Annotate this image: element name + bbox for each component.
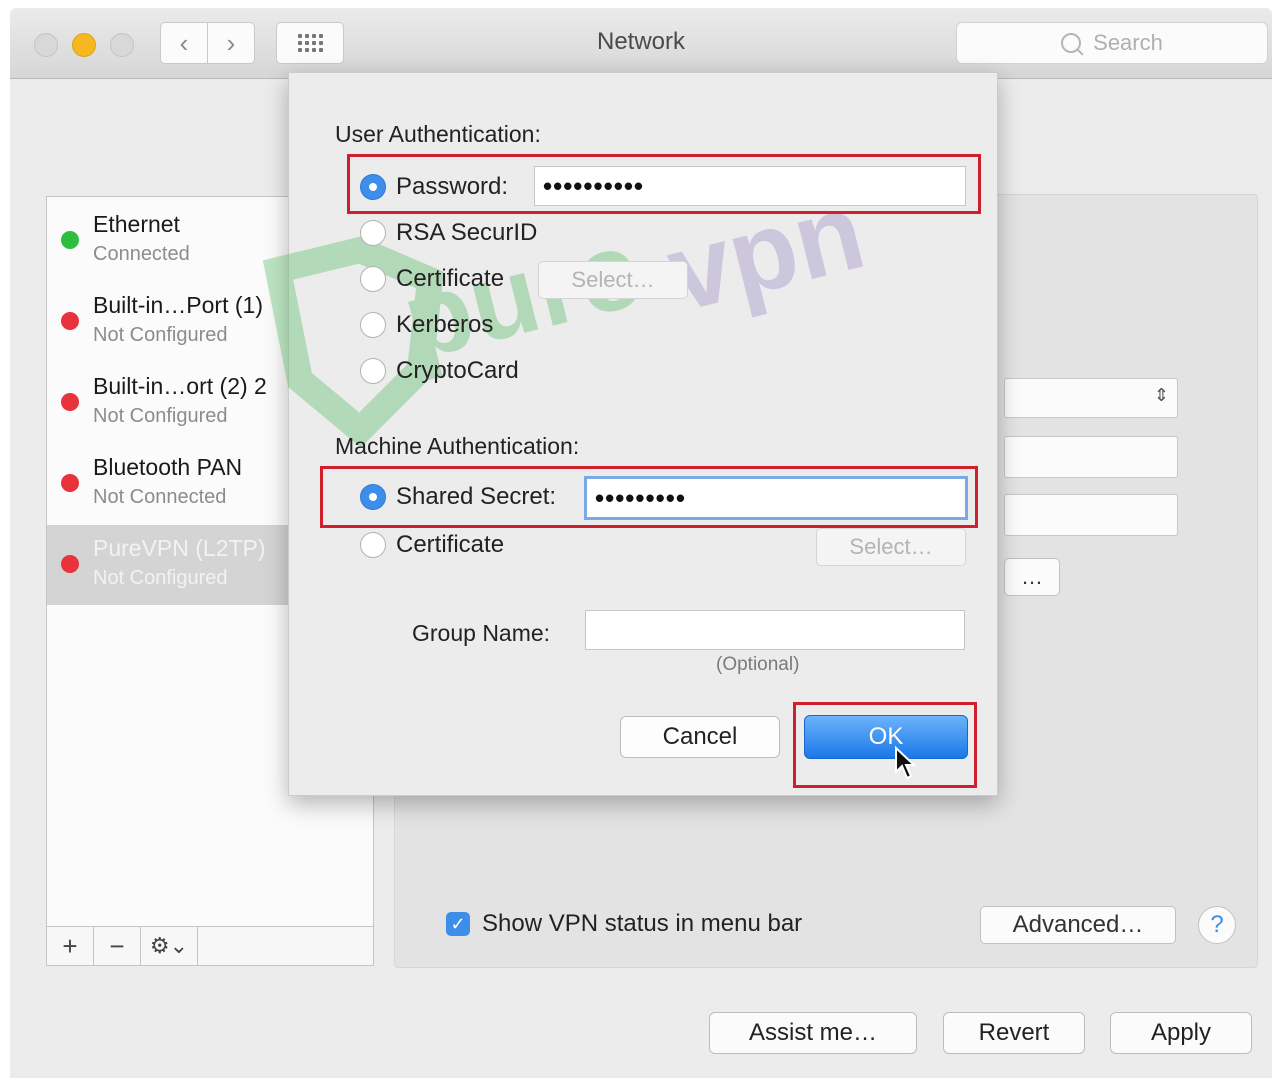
search-input[interactable]: Search — [956, 22, 1268, 64]
password-highlight-box — [347, 154, 981, 214]
add-service-button[interactable]: + — [47, 927, 94, 965]
revert-label: Revert — [978, 1019, 1050, 1046]
cryptocard-label: CryptoCard — [396, 357, 519, 384]
service-list-toolbar: + − ⚙⌄ — [47, 926, 373, 965]
service-name: Built-in…Port (1) — [93, 292, 263, 318]
rsa-securid-radio[interactable] — [360, 220, 386, 246]
plus-icon: + — [62, 930, 78, 961]
status-dot-icon — [61, 555, 79, 573]
rsa-securid-label: RSA SecurID — [396, 219, 538, 246]
authentication-settings-button[interactable]: … — [1004, 558, 1060, 596]
status-dot-icon — [61, 393, 79, 411]
server-address-field[interactable] — [1004, 436, 1178, 478]
certificate-radio[interactable] — [360, 266, 386, 292]
search-placeholder: Search — [1093, 30, 1163, 55]
kerberos-label: Kerberos — [396, 311, 494, 338]
machine-authentication-label: Machine Authentication: — [335, 433, 580, 459]
group-name-hint: (Optional) — [716, 654, 800, 675]
machine-certificate-label: Certificate — [396, 531, 505, 558]
certificate-select-button[interactable]: Select… — [538, 261, 688, 299]
kerberos-radio[interactable] — [360, 312, 386, 338]
service-status: Not Configured — [93, 405, 228, 427]
assist-me-button[interactable]: Assist me… — [709, 1012, 917, 1054]
machine-certificate-select-button[interactable]: Select… — [816, 528, 966, 566]
authentication-settings-label: … — [1021, 564, 1043, 589]
cryptocard-radio[interactable] — [360, 358, 386, 384]
checkmark-icon: ✓ — [450, 913, 466, 934]
user-auth-cryptocard-option[interactable]: CryptoCard — [360, 357, 519, 385]
certificate-label: Certificate — [396, 265, 505, 292]
user-auth-certificate-option[interactable]: Certificate — [360, 265, 504, 293]
show-vpn-status-checkbox[interactable]: ✓ — [446, 912, 470, 936]
service-name: Bluetooth PAN — [93, 454, 243, 480]
status-dot-icon — [61, 231, 79, 249]
revert-button[interactable]: Revert — [943, 1012, 1085, 1054]
user-authentication-label: User Authentication: — [335, 121, 541, 147]
advanced-label: Advanced… — [1012, 911, 1144, 938]
question-icon: ? — [1210, 911, 1224, 938]
shared-secret-highlight-box — [320, 466, 978, 528]
gear-icon: ⚙⌄ — [149, 933, 189, 958]
service-status: Not Configured — [93, 567, 228, 589]
user-auth-rsa-option[interactable]: RSA SecurID — [360, 219, 537, 247]
service-name: Ethernet — [93, 211, 180, 237]
ok-button-highlight-box — [793, 702, 977, 788]
machine-certificate-radio[interactable] — [360, 532, 386, 558]
service-name: PureVPN (L2TP) — [93, 535, 266, 561]
service-status: Connected — [93, 243, 190, 265]
group-name-label: Group Name: — [412, 620, 551, 646]
machine-auth-certificate-option[interactable]: Certificate — [360, 531, 504, 559]
user-auth-kerberos-option[interactable]: Kerberos — [360, 311, 493, 339]
service-name: Built-in…ort (2) 2 — [93, 373, 267, 399]
apply-label: Apply — [1150, 1019, 1212, 1046]
account-name-field[interactable] — [1004, 494, 1178, 536]
show-vpn-status-label: Show VPN status in menu bar — [482, 910, 803, 937]
remove-service-button[interactable]: − — [94, 927, 141, 965]
title-bar: ‹ › Network Search — [10, 8, 1272, 79]
advanced-button[interactable]: Advanced… — [980, 906, 1176, 944]
service-status: Not Connected — [93, 486, 227, 508]
service-status: Not Configured — [93, 324, 228, 346]
cancel-label: Cancel — [662, 723, 738, 750]
apply-button[interactable]: Apply — [1110, 1012, 1252, 1054]
configuration-popup[interactable]: ⇕ — [1004, 378, 1178, 418]
status-dot-icon — [61, 312, 79, 330]
updown-chevron-icon: ⇕ — [1153, 385, 1169, 405]
help-button[interactable]: ? — [1198, 906, 1236, 944]
cancel-button[interactable]: Cancel — [620, 716, 780, 758]
search-icon — [1061, 33, 1082, 53]
assist-me-label: Assist me… — [748, 1019, 877, 1046]
action-menu-button[interactable]: ⚙⌄ — [141, 927, 198, 965]
group-name-field[interactable] — [585, 610, 965, 650]
status-dot-icon — [61, 474, 79, 492]
show-vpn-status-row[interactable]: ✓ Show VPN status in menu bar — [446, 910, 802, 938]
minus-icon: − — [109, 930, 125, 961]
